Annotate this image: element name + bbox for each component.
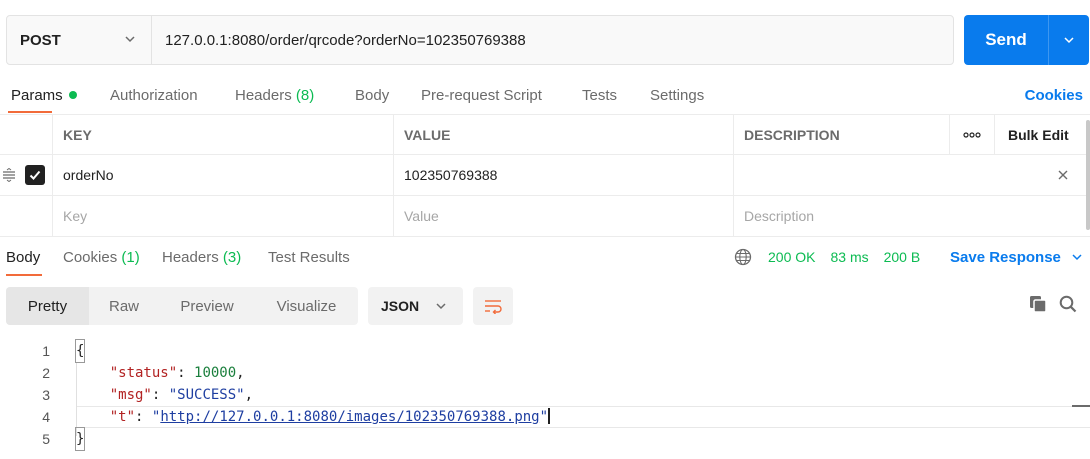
- response-headers-count: (3): [222, 249, 242, 266]
- open-brace: {: [74, 339, 86, 363]
- more-horizontal-icon: [963, 132, 981, 138]
- json-key: "t": [109, 409, 136, 425]
- chevron-down-icon: [1064, 37, 1074, 44]
- send-button-group: Send: [964, 15, 1089, 65]
- view-pretty-button[interactable]: Pretty: [6, 287, 89, 325]
- drag-handle-icon[interactable]: [2, 168, 16, 182]
- tab-settings[interactable]: Settings: [650, 87, 704, 104]
- param-value-input[interactable]: 102350769388: [393, 155, 733, 195]
- params-active-dot: [68, 91, 77, 99]
- close-brace: }: [74, 427, 86, 451]
- json-string: "SUCCESS": [168, 387, 245, 403]
- code-line: 1 {: [0, 339, 1090, 363]
- wrap-lines-button[interactable]: [473, 287, 513, 325]
- view-mode-selector: Pretty Raw Preview Visualize: [6, 287, 358, 325]
- cookies-link[interactable]: Cookies: [1025, 87, 1083, 104]
- format-label: JSON: [381, 298, 420, 314]
- active-tab-indicator: [8, 111, 52, 113]
- response-body-editor[interactable]: 1 { 2 "status": 10000, 3 "msg": "SUCCESS…: [0, 339, 1090, 459]
- tab-authorization[interactable]: Authorization: [110, 87, 198, 104]
- search-icon[interactable]: [1059, 295, 1077, 313]
- request-bar: POST 127.0.0.1:8080/order/qrcode?orderNo…: [6, 15, 954, 65]
- tab-response-headers[interactable]: Headers (3): [162, 249, 241, 266]
- url-text: 127.0.0.1:8080/order/qrcode?orderNo=1023…: [165, 31, 526, 49]
- new-description-input[interactable]: Description: [733, 196, 1090, 236]
- column-header-key: KEY: [52, 115, 393, 155]
- save-response-button[interactable]: Save Response: [950, 249, 1083, 266]
- cookies-count: (1): [121, 249, 140, 266]
- copy-icon[interactable]: [1029, 295, 1047, 313]
- tab-prerequest-script[interactable]: Pre-request Script: [421, 87, 542, 104]
- more-options-button[interactable]: [949, 115, 994, 155]
- code-line: 5 }: [0, 427, 1090, 451]
- params-scrollbar[interactable]: [1086, 120, 1090, 230]
- code-line: 3 "msg": "SUCCESS",: [0, 384, 1090, 406]
- method-select[interactable]: POST: [7, 16, 152, 64]
- code-line: 2 "status": 10000,: [0, 362, 1090, 384]
- view-raw-button[interactable]: Raw: [89, 287, 159, 325]
- format-select[interactable]: JSON: [368, 287, 463, 325]
- param-key-input[interactable]: orderNo: [52, 155, 393, 195]
- tab-body[interactable]: Body: [355, 87, 389, 104]
- tab-headers[interactable]: Headers (8): [235, 87, 314, 104]
- request-tabs: Params Authorization Headers (8) Body Pr…: [0, 84, 1090, 114]
- send-button[interactable]: Send: [964, 15, 1048, 65]
- response-size[interactable]: 200 B: [884, 249, 921, 265]
- tab-tests[interactable]: Tests: [582, 87, 617, 104]
- new-value-input[interactable]: Value: [393, 196, 733, 236]
- json-number: 10000: [194, 365, 237, 381]
- send-options-button[interactable]: [1048, 15, 1089, 65]
- line-number: 2: [42, 365, 50, 381]
- editor-scroll-marker: [1072, 405, 1090, 407]
- chevron-down-icon: [436, 303, 446, 310]
- method-label: POST: [20, 31, 61, 49]
- json-key: "msg": [109, 387, 152, 403]
- chevron-down-icon: [125, 36, 135, 43]
- view-preview-button[interactable]: Preview: [159, 287, 255, 325]
- new-key-input[interactable]: Key: [52, 196, 393, 236]
- view-visualize-button[interactable]: Visualize: [255, 287, 358, 325]
- line-number: 1: [42, 343, 50, 359]
- tab-response-cookies[interactable]: Cookies (1): [63, 249, 140, 266]
- code-line: 4 "t": "http://127.0.0.1:8080/images/102…: [0, 406, 1090, 428]
- response-time[interactable]: 83 ms: [830, 249, 868, 265]
- table-row-empty: Key Value Description: [0, 196, 1090, 237]
- param-enabled-checkbox[interactable]: [25, 165, 45, 185]
- line-number: 5: [42, 431, 50, 447]
- url-input[interactable]: 127.0.0.1:8080/order/qrcode?orderNo=1023…: [152, 16, 953, 64]
- table-row: orderNo 102350769388: [0, 155, 1090, 196]
- line-number: 4: [42, 409, 50, 425]
- table-header-row: KEY VALUE DESCRIPTION Bulk Edit: [0, 114, 1090, 155]
- column-header-description: DESCRIPTION: [733, 115, 949, 155]
- chevron-down-icon: [1072, 254, 1082, 261]
- text-cursor: [548, 408, 551, 424]
- line-number: 3: [42, 387, 50, 403]
- headers-count: (8): [295, 87, 315, 104]
- response-status: 200 OK 83 ms 200 B: [734, 248, 935, 266]
- json-key: "status": [109, 365, 178, 381]
- globe-icon[interactable]: [734, 248, 752, 266]
- active-response-tab-indicator: [6, 274, 42, 276]
- tab-params[interactable]: Params: [11, 87, 77, 104]
- checkmark-icon: [29, 170, 41, 180]
- bulk-edit-button[interactable]: Bulk Edit: [994, 115, 1090, 155]
- close-icon[interactable]: [1056, 168, 1070, 182]
- status-code[interactable]: 200 OK: [768, 249, 815, 265]
- image-url-link[interactable]: http://127.0.0.1:8080/images/10235076938…: [160, 409, 539, 425]
- param-description-input[interactable]: [733, 155, 1090, 195]
- wrap-text-icon: [485, 300, 502, 314]
- column-header-value: VALUE: [393, 115, 733, 155]
- tab-response-body[interactable]: Body: [6, 249, 40, 266]
- tab-test-results[interactable]: Test Results: [268, 249, 350, 266]
